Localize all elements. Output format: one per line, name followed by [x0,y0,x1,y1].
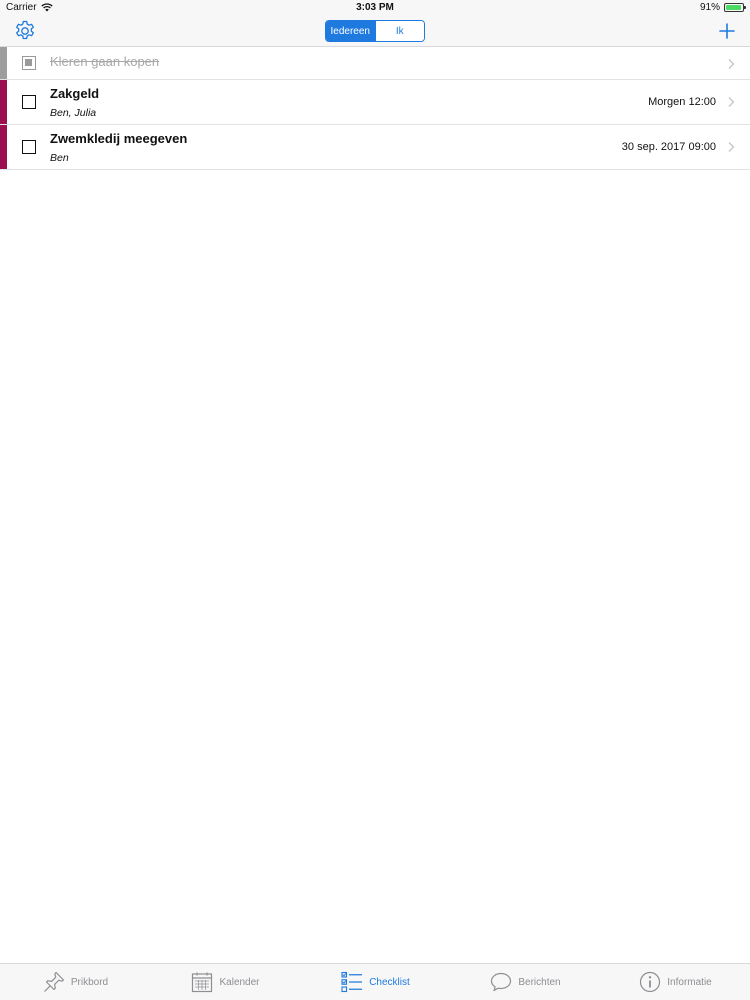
chevron-right-icon [728,142,735,152]
audience-segmented-control[interactable]: Iedereen Ik [325,20,425,42]
pin-icon [43,971,64,992]
battery-level [726,5,741,10]
tab-checklist[interactable]: Checklist [300,964,450,1000]
tab-label: Kalender [219,976,260,988]
item-title: Kleren gaan kopen [50,54,160,69]
segment-ik[interactable]: Ik [374,21,424,41]
segment-iedereen[interactable]: Iedereen [326,21,375,41]
checklist-item[interactable]: Kleren gaan kopen [0,47,750,80]
checklist-icon [341,971,363,993]
tab-berichten[interactable]: Berichten [450,964,600,1000]
item-color-bar [0,47,7,79]
chat-bubble-icon [491,972,512,992]
battery-percent: 91% [699,2,720,13]
item-due-date: 30 sep. 2017 09:00 [621,141,716,153]
item-assignees: Ben [50,152,69,164]
checklist-item[interactable]: Zwemkledij meegeven Ben 30 sep. 2017 09:… [0,125,750,170]
item-title: Zwemkledij meegeven [50,131,188,146]
item-checkbox[interactable] [22,95,36,109]
tab-prikbord[interactable]: Prikbord [0,964,150,1000]
item-color-bar [0,125,7,169]
item-checkbox[interactable] [22,56,36,70]
tab-label: Informatie [667,976,712,988]
calendar-icon [192,972,213,993]
item-title: Zakgeld [50,86,100,101]
status-right: 91% [699,2,746,13]
info-icon [640,971,661,993]
item-assignees: Ben, Julia [50,107,97,119]
navigation-bar: Iedereen Ik [0,16,750,47]
chevron-right-icon [728,59,735,69]
status-time: 3:03 PM [356,2,394,13]
tab-informatie[interactable]: Informatie [600,964,750,1000]
tab-label: Prikbord [70,976,109,988]
status-bar: Carrier 3:03 PM 91% [0,0,750,16]
settings-gear-icon[interactable] [13,19,37,43]
chevron-right-icon [728,97,735,107]
item-checkbox[interactable] [22,140,36,154]
tab-kalender[interactable]: Kalender [150,964,300,1000]
tab-label: Checklist [369,976,410,988]
checklist-item[interactable]: Zakgeld Ben, Julia Morgen 12:00 [0,80,750,125]
checklist-list: Kleren gaan kopen Zakgeld Ben, Julia Mor… [0,47,750,170]
tab-label: Berichten [518,976,561,988]
battery-icon [724,3,746,12]
tab-bar: Prikbord Kalender Checklist Berichten In… [0,963,750,1000]
item-due-date: Morgen 12:00 [648,96,716,108]
item-color-bar [0,80,7,124]
add-plus-icon[interactable] [716,20,738,42]
